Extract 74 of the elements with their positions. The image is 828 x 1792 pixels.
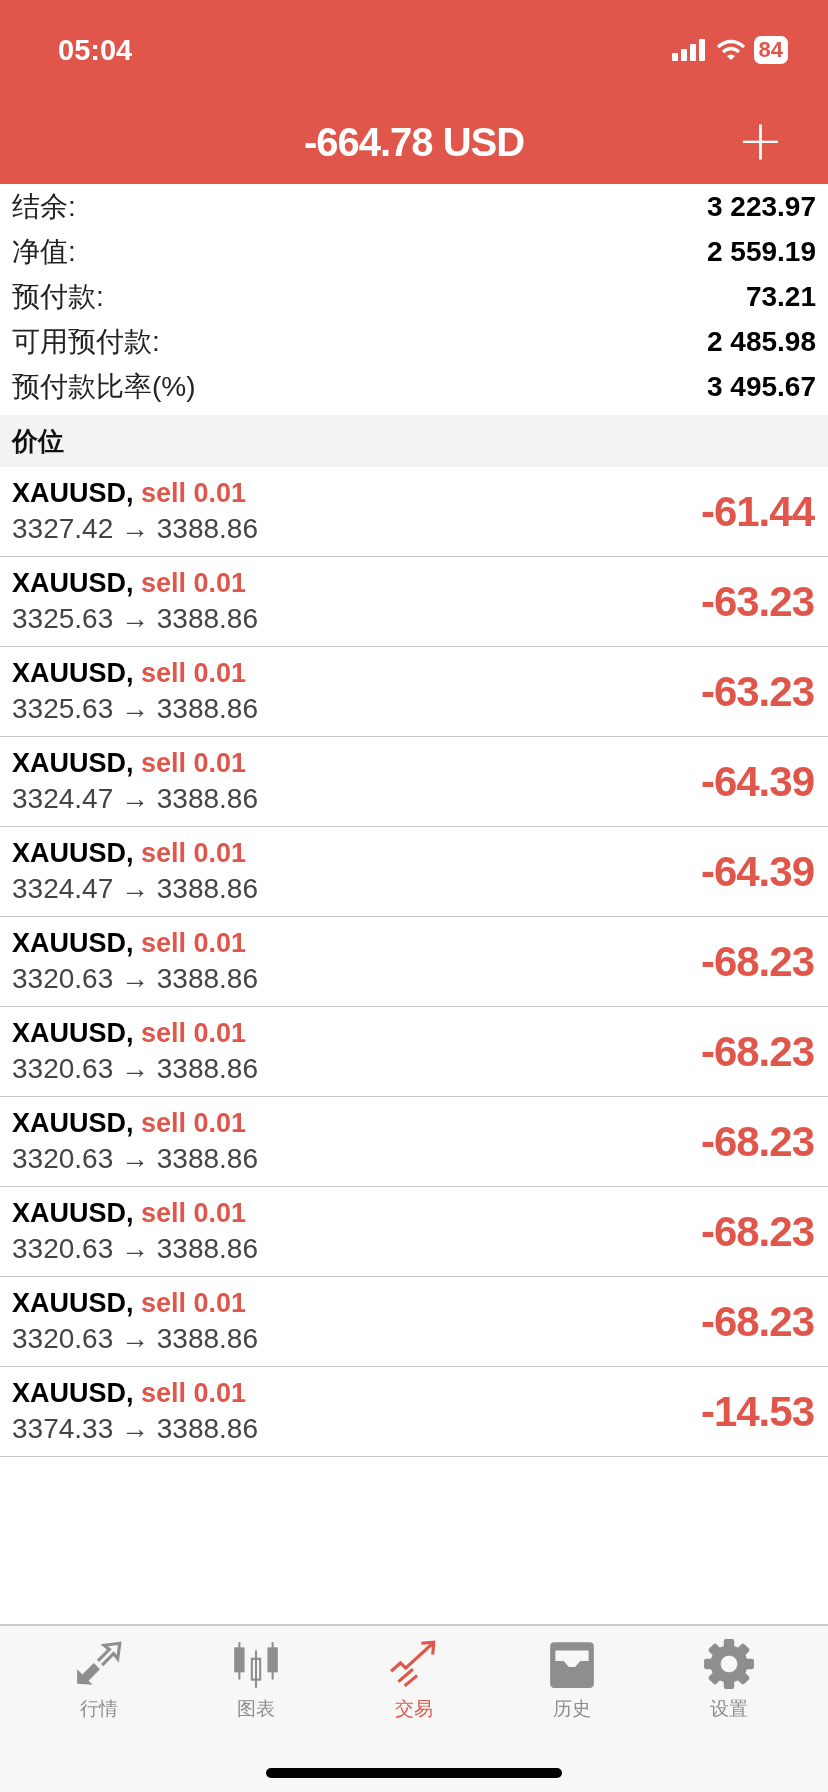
summary-label: 预付款比率(%) xyxy=(12,369,196,404)
summary-value: 73.21 xyxy=(745,280,816,313)
position-row[interactable]: XAUUSD, sell 0.01 3325.63 → 3388.86 -63.23 xyxy=(0,557,828,647)
position-profit: -68.23 xyxy=(700,1207,814,1256)
position-profit: -68.23 xyxy=(700,937,814,986)
position-row[interactable]: XAUUSD, sell 0.01 3320.63 → 3388.86 -68.23 xyxy=(0,1007,828,1097)
position-side: sell 0.01 xyxy=(141,658,247,688)
section-header: 价位 xyxy=(0,415,828,467)
position-profit: -68.23 xyxy=(700,1117,814,1166)
position-row[interactable]: XAUUSD, sell 0.01 3374.33 → 3388.86 -14.53 xyxy=(0,1367,828,1457)
add-button[interactable]: + xyxy=(729,110,792,170)
position-symbol: XAUUSD, xyxy=(12,1378,134,1408)
summary-label: 可用预付款: xyxy=(12,324,160,359)
position-row[interactable]: XAUUSD, sell 0.01 3327.42 → 3388.86 -61.44 xyxy=(0,467,828,557)
position-symbol: XAUUSD, xyxy=(12,1018,134,1048)
position-symbol: XAUUSD, xyxy=(12,1198,134,1228)
position-profit: -68.23 xyxy=(700,1027,814,1076)
position-symbol: XAUUSD, xyxy=(12,838,134,868)
position-prices: 3320.63 → 3388.86 xyxy=(12,1323,258,1355)
position-side: sell 0.01 xyxy=(141,1108,247,1138)
position-prices: 3324.47 → 3388.86 xyxy=(12,873,258,905)
position-prices: 3325.63 → 3388.86 xyxy=(12,693,258,725)
position-row[interactable]: XAUUSD, sell 0.01 3324.47 → 3388.86 -64.39 xyxy=(0,737,828,827)
position-symbol: XAUUSD, xyxy=(12,1108,134,1138)
tab-bar-item[interactable]: 交易 xyxy=(359,1638,469,1722)
position-side: sell 0.01 xyxy=(141,748,247,778)
summary-value: 3 223.97 xyxy=(707,190,816,223)
position-row[interactable]: XAUUSD, sell 0.01 3320.63 → 3388.86 -68.23 xyxy=(0,1097,828,1187)
position-profit: -14.53 xyxy=(700,1387,814,1436)
position-profit: -68.23 xyxy=(700,1297,814,1346)
position-profit: -61.44 xyxy=(700,487,814,536)
summary-label: 结余: xyxy=(12,189,76,224)
position-side: sell 0.01 xyxy=(141,478,247,508)
position-symbol: XAUUSD, xyxy=(12,928,134,958)
position-profit: -64.39 xyxy=(700,847,814,896)
position-symbol: XAUUSD, xyxy=(12,478,134,508)
position-prices: 3320.63 → 3388.86 xyxy=(12,1143,258,1175)
position-side: sell 0.01 xyxy=(141,1198,247,1228)
battery-icon: 84 xyxy=(753,36,788,64)
summary-value: 3 495.67 xyxy=(707,370,816,403)
position-prices: 3320.63 → 3388.86 xyxy=(12,963,258,995)
position-symbol: XAUUSD, xyxy=(12,658,134,688)
position-symbol: XAUUSD, xyxy=(12,748,134,778)
position-profit: -64.39 xyxy=(700,757,814,806)
position-side: sell 0.01 xyxy=(141,928,247,958)
position-prices: 3320.63 → 3388.86 xyxy=(12,1233,258,1265)
position-prices: 3374.33 → 3388.86 xyxy=(12,1413,258,1445)
position-row[interactable]: XAUUSD, sell 0.01 3325.63 → 3388.86 -63.23 xyxy=(0,647,828,737)
position-symbol: XAUUSD, xyxy=(12,568,134,598)
status-time: 05:04 xyxy=(58,33,133,67)
position-symbol: XAUUSD, xyxy=(12,1288,134,1318)
summary-value: 2 559.19 xyxy=(707,235,816,268)
position-profit: -63.23 xyxy=(700,577,814,626)
wifi-icon xyxy=(715,39,746,61)
position-side: sell 0.01 xyxy=(141,1378,247,1408)
position-row[interactable]: XAUUSD, sell 0.01 3320.63 → 3388.86 -68.23 xyxy=(0,1187,828,1277)
summary-label: 净值: xyxy=(12,234,76,269)
position-prices: 3320.63 → 3388.86 xyxy=(12,1053,258,1085)
header-title: -664.78 USD xyxy=(303,119,525,165)
position-side: sell 0.01 xyxy=(141,838,247,868)
position-prices: 3327.42 → 3388.86 xyxy=(12,513,258,545)
summary-label: 预付款: xyxy=(12,279,104,314)
settings-icon xyxy=(703,1638,756,1690)
position-row[interactable]: XAUUSD, sell 0.01 3320.63 → 3388.86 -68.23 xyxy=(0,917,828,1007)
position-row[interactable]: XAUUSD, sell 0.01 3320.63 → 3388.86 -68.23 xyxy=(0,1277,828,1367)
position-prices: 3325.63 → 3388.86 xyxy=(12,603,258,635)
position-row[interactable]: XAUUSD, sell 0.01 3324.47 → 3388.86 -64.39 xyxy=(0,827,828,917)
position-side: sell 0.01 xyxy=(141,568,247,598)
position-side: sell 0.01 xyxy=(141,1018,247,1048)
position-prices: 3324.47 → 3388.86 xyxy=(12,783,258,815)
position-profit: -63.23 xyxy=(700,667,814,716)
position-side: sell 0.01 xyxy=(141,1288,247,1318)
signal-icon xyxy=(671,39,708,61)
summary-value: 2 485.98 xyxy=(707,325,816,358)
